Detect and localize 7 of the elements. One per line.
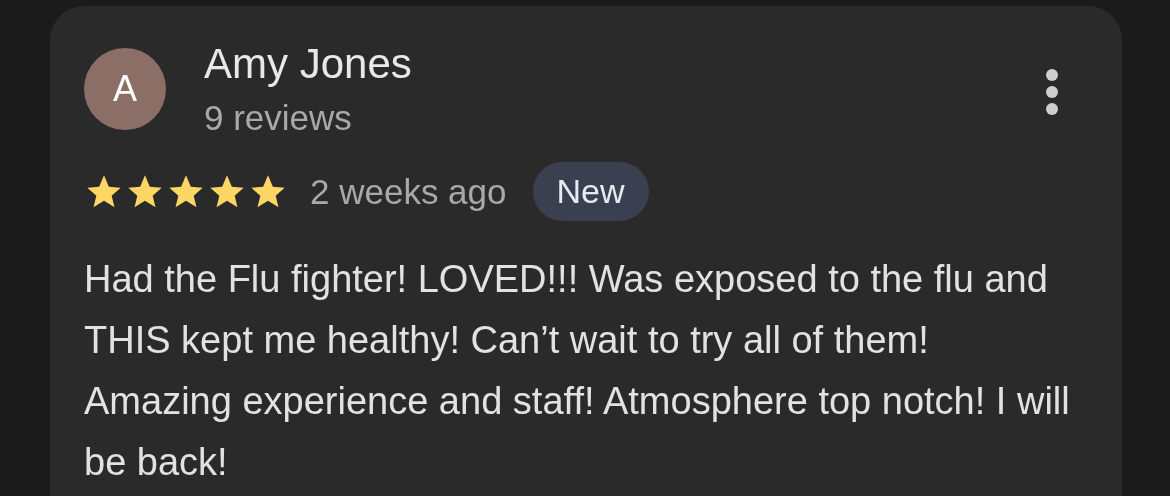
- avatar: A: [84, 48, 166, 130]
- review-time: 2 weeks ago: [310, 171, 507, 212]
- author-name[interactable]: Amy Jones: [204, 42, 412, 86]
- new-badge: New: [532, 162, 649, 221]
- more-options-icon[interactable]: [1044, 68, 1060, 116]
- review-count: 9 reviews: [204, 98, 352, 138]
- review-text: Had the Flu fighter! LOVED!!! Was exposed to the flu and THIS kept me healthy! Can’t wait to try all of them! Amazing experience and staff! Atmosphere top notch! I will be back!: [84, 257, 1071, 485]
